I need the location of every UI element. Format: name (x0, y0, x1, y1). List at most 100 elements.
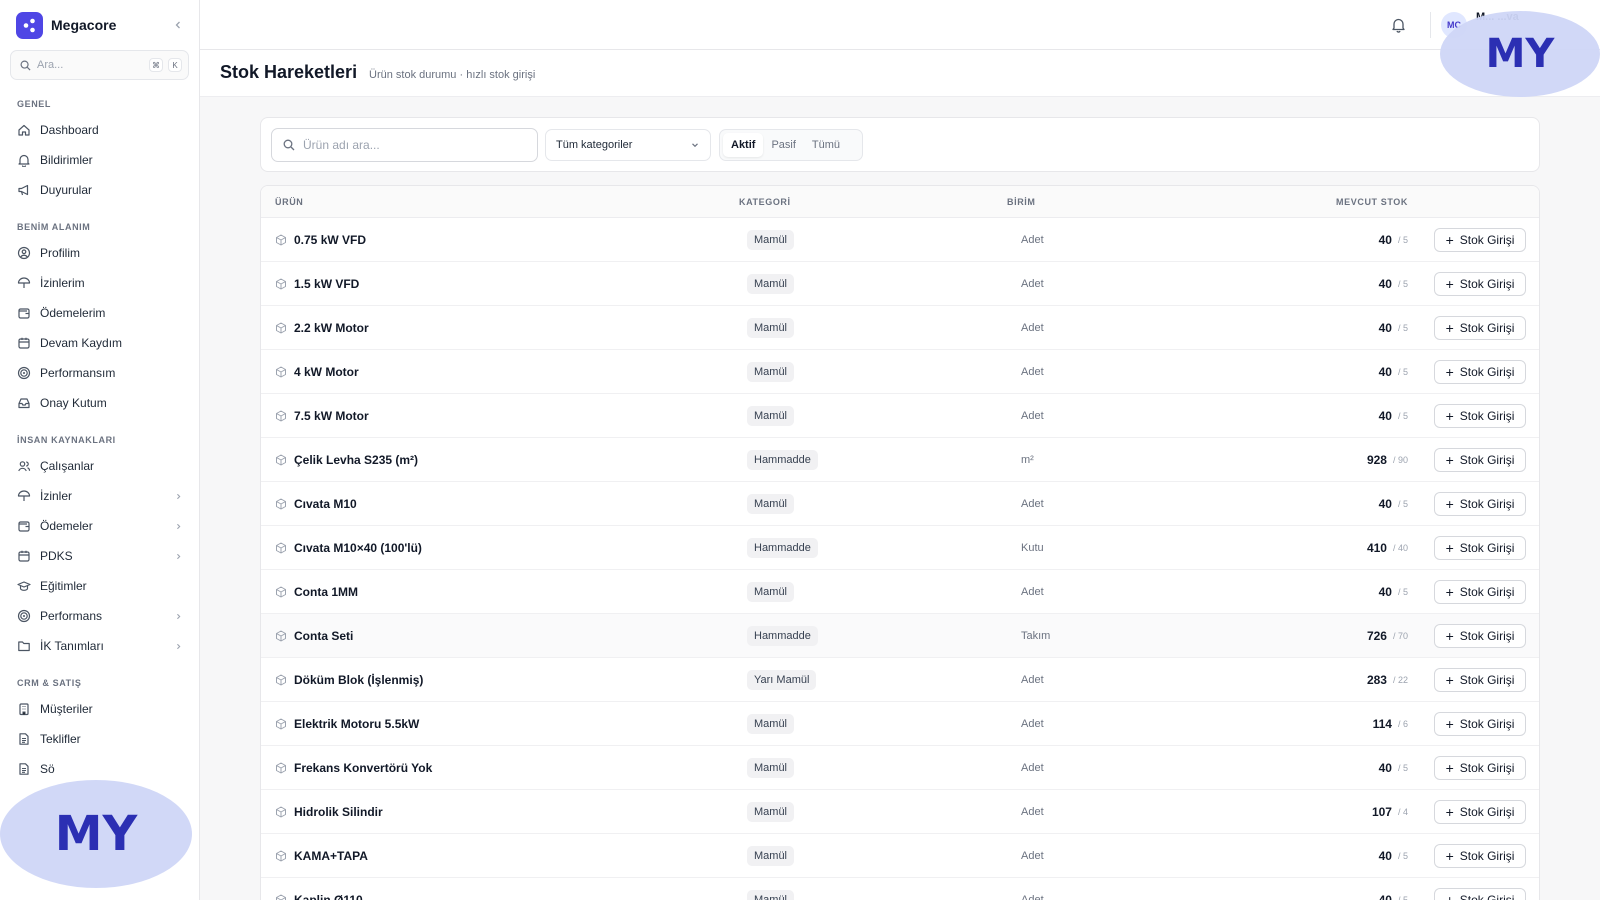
status-option-pasif[interactable]: Pasif (763, 133, 803, 157)
table-row[interactable]: KAMA+TAPA Mamül Adet 40 / 5 + Stok Giriş… (261, 834, 1539, 878)
sidebar-item-i-zinler[interactable]: İzinler (0, 481, 199, 511)
sidebar-item-duyurular[interactable]: Duyurular (0, 175, 199, 205)
min-stock: / 5 (1397, 323, 1408, 333)
stock-cell: 410 / 40 (1367, 526, 1408, 570)
stock-entry-button[interactable]: + Stok Girişi (1434, 844, 1526, 868)
table-row[interactable]: 0.75 kW VFD Mamül Adet 40 / 5 + Stok Gir… (261, 218, 1539, 262)
product-name: Çelik Levha S235 (m²) (294, 453, 419, 467)
stock-cell: 114 / 6 (1373, 702, 1408, 746)
current-stock: 40 (1378, 233, 1392, 247)
plus-icon: + (1445, 760, 1454, 776)
app-name: Megacore (51, 17, 117, 33)
column-header-unit[interactable]: BİRİM (1007, 197, 1036, 207)
box-icon (276, 366, 286, 378)
table-row[interactable]: Conta 1MM Mamül Adet 40 / 5 + Stok Giriş… (261, 570, 1539, 614)
stock-entry-button[interactable]: + Stok Girişi (1434, 888, 1526, 900)
unit-cell: Adet (1021, 322, 1044, 334)
sidebar-item-müşteriler[interactable]: Müşteriler (0, 694, 199, 724)
watermark-badge-bottom: MY (0, 780, 192, 888)
product-cell: 4 kW Motor (275, 350, 359, 394)
stock-entry-button[interactable]: + Stok Girişi (1434, 448, 1526, 472)
table-row[interactable]: 4 kW Motor Mamül Adet 40 / 5 + Stok Giri… (261, 350, 1539, 394)
sidebar-item-ödemeler[interactable]: Ödemeler (0, 511, 199, 541)
stock-entry-button[interactable]: + Stok Girişi (1434, 624, 1526, 648)
notifications-bell-icon[interactable] (1391, 17, 1406, 33)
min-stock: / 5 (1397, 763, 1408, 773)
product-name: 2.2 kW Motor (294, 321, 369, 335)
sidebar-item-bildirimler[interactable]: Bildirimler (0, 145, 199, 175)
table-row[interactable]: Elektrik Motoru 5.5kW Mamül Adet 114 / 6… (261, 702, 1539, 746)
sidebar-item-profilim[interactable]: Profilim (0, 238, 199, 268)
stock-entry-label: Stok Girişi (1459, 365, 1515, 379)
stock-entry-button[interactable]: + Stok Girişi (1434, 668, 1526, 692)
sidebar-item-i-zinlerim[interactable]: İzinlerim (0, 268, 199, 298)
stock-entry-button[interactable]: + Stok Girişi (1434, 800, 1526, 824)
stock-entry-button[interactable]: + Stok Girişi (1434, 536, 1526, 560)
sidebar-item-label: Müşteriler (40, 702, 93, 716)
product-search-input[interactable]: Ürün adı ara... (271, 128, 538, 162)
category-badge: Mamül (747, 714, 795, 734)
sidebar-item-pdks[interactable]: PDKS (0, 541, 199, 571)
current-stock: 107 (1371, 805, 1392, 819)
stock-cell: 40 / 5 (1379, 878, 1408, 900)
collapse-sidebar-icon[interactable] (173, 20, 183, 30)
table-row[interactable]: Frekans Konvertörü Yok Mamül Adet 40 / 5… (261, 746, 1539, 790)
stock-entry-button[interactable]: + Stok Girişi (1434, 272, 1526, 296)
sidebar-nav: GENEL Dashboard Bildirimler Duyurular BE… (0, 99, 199, 784)
min-stock: / 5 (1397, 235, 1408, 245)
sidebar-item-eğitimler[interactable]: Eğitimler (0, 571, 199, 601)
table-row[interactable]: 1.5 kW VFD Mamül Adet 40 / 5 + Stok Giri… (261, 262, 1539, 306)
plus-icon: + (1445, 408, 1454, 424)
column-header-current-stock[interactable]: MEVCUT STOK (1336, 197, 1408, 207)
table-row[interactable]: Cıvata M10×40 (100'lü) Hammadde Kutu 410… (261, 526, 1539, 570)
sidebar-item-çalışanlar[interactable]: Çalışanlar (0, 451, 199, 481)
table-row[interactable]: Çelik Levha S235 (m²) Hammadde m² 928 / … (261, 438, 1539, 482)
sidebar-item-label: Ödemeler (40, 519, 93, 533)
stock-entry-button[interactable]: + Stok Girişi (1434, 492, 1526, 516)
stock-entry-button[interactable]: + Stok Girişi (1434, 360, 1526, 384)
stock-entry-button[interactable]: + Stok Girişi (1434, 756, 1526, 780)
sidebar-item-performansım[interactable]: Performansım (0, 358, 199, 388)
stock-entry-label: Stok Girişi (1459, 805, 1515, 819)
stock-entry-button[interactable]: + Stok Girişi (1434, 712, 1526, 736)
sidebar-item-i-k-tanımları[interactable]: İK Tanımları (0, 631, 199, 661)
stock-entry-label: Stok Girişi (1459, 277, 1515, 291)
wallet-icon (18, 308, 30, 319)
plus-icon: + (1445, 628, 1454, 644)
stock-entry-label: Stok Girişi (1459, 849, 1515, 863)
box-icon (276, 630, 286, 642)
status-segmented-control: Aktif Pasif Tümü (719, 129, 863, 161)
status-option-tumu[interactable]: Tümü (804, 133, 848, 157)
sidebar-search[interactable]: Ara... ⌘ K (10, 50, 189, 80)
table-row[interactable]: 2.2 kW Motor Mamül Adet 40 / 5 + Stok Gi… (261, 306, 1539, 350)
table-row[interactable]: Hidrolik Silindir Mamül Adet 107 / 4 + S… (261, 790, 1539, 834)
sidebar-item-ödemelerim[interactable]: Ödemelerim (0, 298, 199, 328)
target-icon (17, 366, 31, 380)
sidebar-item-devam-kaydım[interactable]: Devam Kaydım (0, 328, 199, 358)
megaphone-icon (18, 184, 29, 196)
sidebar-item-teklifler[interactable]: Teklifler (0, 724, 199, 754)
sidebar-item-performans[interactable]: Performans (0, 601, 199, 631)
current-stock: 40 (1378, 321, 1392, 335)
min-stock: / 40 (1392, 543, 1408, 553)
table-row[interactable]: Cıvata M10 Mamül Adet 40 / 5 + Stok Giri… (261, 482, 1539, 526)
table-row[interactable]: Döküm Blok (İşlenmiş) Yarı Mamül Adet 28… (261, 658, 1539, 702)
sidebar-item-onay-kutum[interactable]: Onay Kutum (0, 388, 199, 418)
sidebar-item-dashboard[interactable]: Dashboard (0, 115, 199, 145)
table-row[interactable]: Kaplin Ø110 Mamül Adet 40 / 5 + Stok Gir… (261, 878, 1539, 900)
column-header-category[interactable]: KATEGORİ (739, 197, 791, 207)
stock-entry-button[interactable]: + Stok Girişi (1434, 404, 1526, 428)
category-select[interactable]: Tüm kategoriler (545, 129, 711, 161)
table-row[interactable]: 7.5 kW Motor Mamül Adet 40 / 5 + Stok Gi… (261, 394, 1539, 438)
min-stock: / 70 (1392, 631, 1408, 641)
status-option-aktif[interactable]: Aktif (723, 133, 764, 157)
product-name: 4 kW Motor (294, 365, 359, 379)
column-header-product[interactable]: ÜRÜN (275, 197, 303, 207)
header-divider (1430, 12, 1431, 38)
stock-entry-button[interactable]: + Stok Girişi (1434, 580, 1526, 604)
brand: Megacore (0, 0, 199, 50)
table-row[interactable]: Conta Seti Hammadde Takım 726 / 70 + Sto… (261, 614, 1539, 658)
stock-entry-button[interactable]: + Stok Girişi (1434, 316, 1526, 340)
megacore-logo-icon[interactable] (16, 11, 43, 39)
stock-entry-button[interactable]: + Stok Girişi (1434, 228, 1526, 252)
